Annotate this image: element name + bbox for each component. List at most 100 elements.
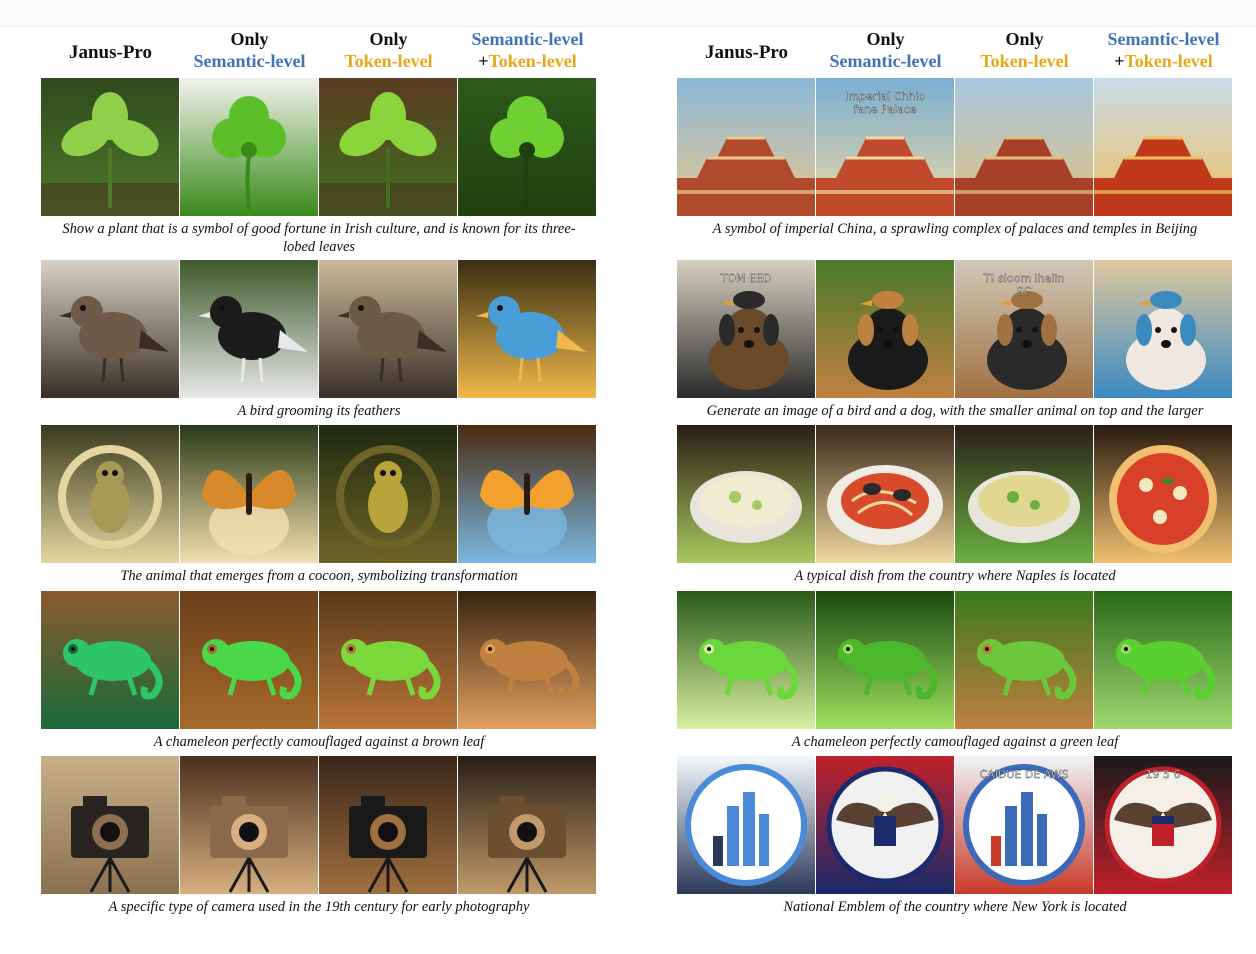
generated-image — [677, 591, 815, 729]
header-janus-pro: Janus-Pro — [41, 28, 180, 78]
column-headers: Janus-Pro Only Semantic-level Only Token-l… — [677, 28, 1233, 78]
row-caption: A chameleon perfectly camouflaged agains… — [153, 734, 485, 750]
generated-image — [458, 591, 596, 729]
column-headers: Janus-Pro Only Semantic-level Only Token-l… — [41, 28, 597, 78]
left-figure-panel: Janus-Pro Only Semantic-level Only Token-l… — [41, 28, 597, 915]
figure-row: A bird grooming its feathers — [41, 260, 597, 420]
image-svg: TOM EED — [677, 260, 815, 398]
row-caption: A specific type of camera used in the 19… — [108, 899, 530, 915]
image-svg — [319, 425, 457, 563]
image-svg: 19 5 6 — [1094, 756, 1232, 894]
image-svg — [180, 425, 318, 563]
image-svg — [458, 425, 596, 563]
image-svg — [816, 425, 954, 563]
image-svg: T! sloom lhalinSC — [955, 260, 1093, 398]
generated-image: 19 5 6 — [1094, 756, 1232, 894]
right-figure-panel: Janus-Pro Only Semantic-level Only Token-l… — [677, 28, 1233, 915]
generated-image — [955, 425, 1093, 563]
header-janus-pro-label: Janus-Pro — [704, 42, 789, 63]
row-caption: The animal that emerges from a cocoon, s… — [120, 568, 518, 584]
header-janus-pro-label: Janus-Pro — [68, 42, 153, 63]
image-svg — [41, 260, 179, 398]
generated-image — [41, 425, 179, 563]
header-semantic-label: Semantic-level — [471, 29, 584, 49]
image-svg — [816, 260, 954, 398]
image-svg — [319, 591, 457, 729]
generated-image — [180, 78, 318, 216]
image-overlay-text: fane Palace — [853, 103, 917, 116]
figure-row: A chameleon perfectly camouflaged agains… — [677, 591, 1233, 751]
bowl-icon — [968, 471, 1080, 543]
generated-image — [319, 260, 457, 398]
header-only-label: Only — [1005, 29, 1044, 49]
image-svg: CAIDUE DE AWS — [955, 756, 1093, 894]
image-strip — [41, 591, 597, 729]
row-caption: National Emblem of the country where New… — [783, 899, 1127, 915]
header-only-label: Only — [866, 29, 905, 49]
generated-image — [458, 260, 596, 398]
generated-image — [319, 756, 457, 894]
image-svg — [1094, 260, 1232, 398]
figure-row: A specific type of camera used in the 19… — [41, 756, 597, 916]
generated-image — [816, 425, 954, 563]
image-svg — [816, 591, 954, 729]
emblem-icon — [963, 764, 1085, 886]
image-svg — [41, 425, 179, 563]
generated-image — [319, 78, 457, 216]
header-token-label: Token-level — [344, 51, 433, 71]
generated-image — [1094, 425, 1232, 563]
generated-image — [41, 756, 179, 894]
header-only-semantic: Only Semantic-level — [816, 28, 955, 78]
figure-row: A chameleon perfectly camouflaged agains… — [41, 591, 597, 751]
image-svg — [677, 425, 815, 563]
image-svg — [180, 756, 318, 894]
image-svg — [677, 78, 815, 216]
generated-image — [955, 78, 1093, 216]
generated-image — [180, 425, 318, 563]
figure-row: Imperial Chhio fane Palace A symbol of imp… — [677, 78, 1233, 238]
emblem-icon — [685, 764, 807, 886]
header-semantic-plus-token: Semantic-level +Token-level — [458, 28, 597, 78]
image-svg — [319, 756, 457, 894]
header-janus-pro: Janus-Pro — [677, 28, 816, 78]
generated-image — [816, 260, 954, 398]
generated-image — [677, 78, 815, 216]
image-overlay-text: 19 5 6 — [1146, 768, 1181, 781]
header-token-label: Token-level — [488, 51, 577, 71]
generated-image — [319, 591, 457, 729]
generated-image: Imperial Chhio fane Palace — [816, 78, 954, 216]
image-svg — [319, 260, 457, 398]
header-plus-token-label: +Token-level — [458, 50, 597, 72]
header-semantic-label: Semantic-level — [193, 51, 306, 71]
image-svg — [955, 425, 1093, 563]
image-svg — [458, 78, 596, 216]
image-strip — [41, 78, 597, 216]
eagle-icon — [1104, 766, 1222, 884]
image-svg — [1094, 591, 1232, 729]
image-strip — [41, 756, 597, 894]
row-caption: Generate an image of a bird and a dog, w… — [706, 403, 1204, 419]
generated-image — [180, 591, 318, 729]
header-semantic-label: Semantic-level — [829, 51, 942, 71]
image-overlay-text: Imperial Chhio — [845, 90, 925, 103]
generated-image — [180, 260, 318, 398]
image-svg — [319, 78, 457, 216]
page-top-edge — [0, 0, 1256, 27]
generated-image — [41, 591, 179, 729]
row-caption: A symbol of imperial China, a sprawling … — [712, 221, 1198, 237]
image-svg — [955, 591, 1093, 729]
image-strip — [677, 425, 1233, 563]
row-caption: Show a plant that is a symbol of good fo… — [62, 221, 576, 255]
generated-image — [458, 78, 596, 216]
pasta-icon — [827, 465, 943, 545]
row-caption: A chameleon perfectly camouflaged agains… — [791, 734, 1119, 750]
generated-image — [319, 425, 457, 563]
image-svg — [41, 756, 179, 894]
image-svg — [677, 591, 815, 729]
image-strip — [677, 591, 1233, 729]
header-only-semantic: Only Semantic-level — [180, 28, 319, 78]
generated-image — [458, 756, 596, 894]
eagle-icon — [826, 766, 944, 884]
image-svg — [41, 591, 179, 729]
image-svg — [458, 591, 596, 729]
